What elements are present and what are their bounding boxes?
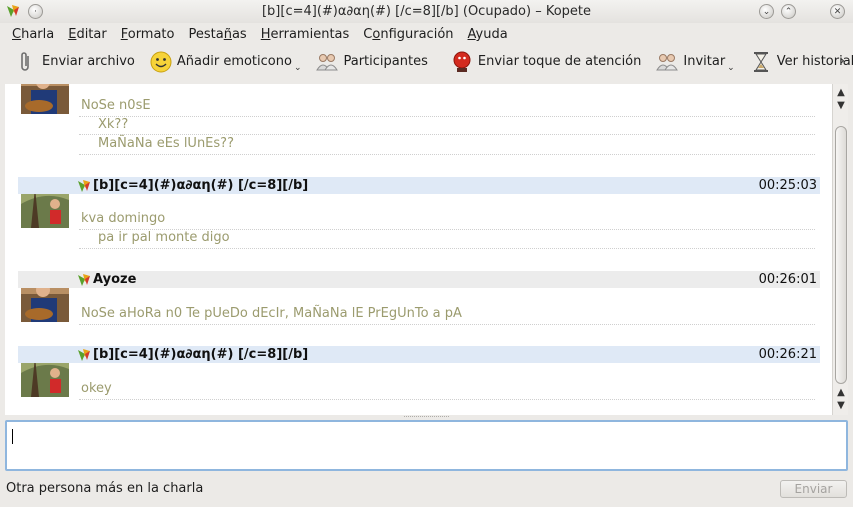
send-file-button[interactable]: Enviar archivo bbox=[10, 48, 139, 76]
menu-pestanas-prefix: Pesta bbox=[188, 26, 224, 42]
menu-editar[interactable]: Editar bbox=[68, 27, 107, 42]
participants-icon bbox=[315, 50, 339, 74]
menu-herramientas-label: erramientas bbox=[270, 26, 350, 42]
minimize-icon: ⌄ bbox=[762, 6, 771, 17]
message-text: MaÑaNa eEs lUnEs?? bbox=[98, 136, 234, 151]
message-text: kva domingo bbox=[81, 211, 166, 226]
menu-editar-label: ditar bbox=[76, 26, 107, 42]
message-header: Ayoze 00:26:01 bbox=[18, 271, 820, 288]
menu-formato-mnemonic: F bbox=[120, 26, 128, 42]
message-divider bbox=[79, 154, 815, 155]
menu-formato[interactable]: Formato bbox=[121, 27, 175, 42]
menu-configuracion[interactable]: Configuración bbox=[363, 27, 453, 42]
invite-icon bbox=[655, 50, 679, 74]
menu-pestanas-mnemonic: ñ bbox=[223, 26, 232, 42]
kopete-chat-window: · [b][c=4](#)α∂αη(#) [/c=8][/b] (Ocupado… bbox=[0, 0, 853, 507]
nudge-label: Enviar toque de atención bbox=[477, 54, 642, 69]
busy-status-icon bbox=[78, 348, 90, 361]
message-divider bbox=[79, 248, 815, 249]
sender-name: Ayoze bbox=[93, 272, 137, 287]
message-divider bbox=[79, 399, 815, 400]
message-text: pa ir pal monte digo bbox=[98, 230, 230, 245]
menu-charla[interactable]: Charla bbox=[12, 27, 54, 42]
menu-herramientas[interactable]: Herramientas bbox=[261, 27, 350, 42]
text-caret bbox=[12, 429, 13, 444]
title-bar: · [b][c=4](#)α∂αη(#) [/c=8][/b] (Ocupado… bbox=[0, 0, 853, 23]
scroll-up-arrow-icon[interactable]: ▲ bbox=[835, 387, 847, 399]
menu-pestanas-label: as bbox=[231, 26, 247, 42]
menu-configuracion-label: nfiguración bbox=[380, 26, 454, 42]
hourglass-icon bbox=[749, 50, 773, 74]
message-text: okey bbox=[81, 381, 112, 396]
send-file-label: Enviar archivo bbox=[42, 54, 135, 69]
invite-button[interactable]: Invitar ⌄ bbox=[651, 48, 738, 76]
view-history-button[interactable]: Ver historial bbox=[745, 48, 853, 76]
participants-label: Participantes bbox=[343, 54, 428, 69]
menu-charla-mnemonic: C bbox=[12, 26, 22, 42]
scroll-down-arrow-icon[interactable]: ▼ bbox=[835, 100, 847, 112]
close-button[interactable]: ✕ bbox=[830, 4, 845, 19]
message-text: NoSe aHoRa n0 Te pUeDo dEcIr, MaÑaNa lE … bbox=[81, 306, 462, 321]
message-text: Xk?? bbox=[98, 117, 129, 132]
maximize-icon: ⌃ bbox=[784, 6, 793, 17]
menu-ayuda-mnemonic: A bbox=[467, 26, 476, 42]
message-divider bbox=[79, 116, 815, 117]
chat-toolbar: Enviar archivo Añadir emoticono ⌄ Partic… bbox=[0, 45, 853, 78]
maximize-button[interactable]: ⌃ bbox=[781, 4, 796, 19]
send-button[interactable]: Enviar bbox=[780, 480, 847, 498]
chevron-down-icon[interactable]: ⌄ bbox=[294, 63, 302, 73]
participants-button[interactable]: Participantes bbox=[311, 48, 431, 76]
menu-bar: Charla Editar Formato Pestañas Herramien… bbox=[0, 23, 853, 45]
message-input[interactable] bbox=[5, 420, 848, 471]
menu-charla-label: harla bbox=[21, 26, 55, 42]
add-emoticon-label: Añadir emoticono bbox=[176, 54, 292, 69]
message-header: [b][c=4](#)α∂αη(#) [/c=8][/b] 00:25:03 bbox=[18, 177, 820, 194]
menu-ayuda-label: yuda bbox=[475, 26, 508, 42]
invite-label: Invitar bbox=[683, 54, 726, 69]
menu-formato-label: ormato bbox=[127, 26, 175, 42]
chat-view[interactable]: NoSe n0sE Xk?? MaÑaNa eEs lUnEs?? [b][c=… bbox=[5, 84, 832, 415]
scroll-up-arrow-icon[interactable]: ▲ bbox=[835, 87, 847, 99]
message-text: NoSe n0sE bbox=[81, 98, 151, 113]
paperclip-icon bbox=[14, 50, 38, 74]
message-header: [b][c=4](#)α∂αη(#) [/c=8][/b] 00:26:21 bbox=[18, 346, 820, 363]
status-bar: Otra persona más en la charla Enviar bbox=[0, 478, 853, 500]
splitter-handle[interactable] bbox=[404, 416, 449, 419]
nudge-icon bbox=[450, 50, 474, 74]
sender-name: [b][c=4](#)α∂αη(#) [/c=8][/b] bbox=[93, 347, 309, 362]
nudge-button[interactable]: Enviar toque de atención bbox=[446, 48, 646, 76]
window-title: [b][c=4](#)α∂αη(#) [/c=8][/b] (Ocupado) … bbox=[261, 4, 592, 19]
menu-herramientas-mnemonic: H bbox=[260, 26, 271, 42]
status-text: Otra persona más en la charla bbox=[6, 481, 204, 496]
busy-status-icon bbox=[78, 179, 90, 192]
chevron-down-icon[interactable]: ⌄ bbox=[727, 63, 735, 73]
message-divider bbox=[79, 134, 815, 135]
message-timestamp: 00:26:01 bbox=[758, 272, 817, 287]
chat-scrollbar[interactable]: ▲ ▼ ▲ ▼ bbox=[832, 84, 848, 415]
menu-configuracion-prefix: C bbox=[363, 26, 373, 42]
message-divider bbox=[79, 324, 815, 325]
add-emoticon-button[interactable]: Añadir emoticono ⌄ bbox=[145, 48, 306, 76]
sender-name: [b][c=4](#)α∂αη(#) [/c=8][/b] bbox=[93, 178, 309, 193]
menu-ayuda[interactable]: Ayuda bbox=[468, 27, 508, 42]
scrollbar-thumb[interactable] bbox=[835, 126, 847, 384]
message-timestamp: 00:26:21 bbox=[758, 347, 817, 362]
avatar bbox=[21, 84, 69, 114]
scroll-down-arrow-icon[interactable]: ▼ bbox=[835, 400, 847, 412]
menu-pestanas[interactable]: Pestañas bbox=[189, 27, 247, 42]
toolbar-overflow-icon[interactable]: › bbox=[839, 53, 845, 69]
close-icon: ✕ bbox=[833, 6, 842, 17]
minimize-button[interactable]: ⌄ bbox=[759, 4, 774, 19]
message-timestamp: 00:25:03 bbox=[758, 178, 817, 193]
online-status-icon bbox=[78, 273, 90, 286]
smiley-icon bbox=[149, 50, 173, 74]
